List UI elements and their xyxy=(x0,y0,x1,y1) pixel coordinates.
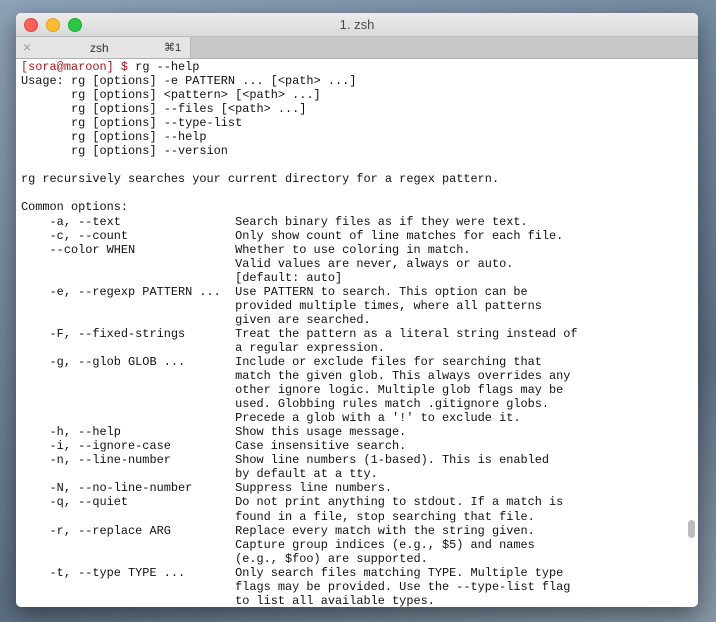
output-line: -N, --no-line-number Suppress line numbe… xyxy=(21,481,393,496)
output-line: (e.g., $foo) are supported. xyxy=(21,551,428,566)
output-line: -q, --quiet Do not print anything to std… xyxy=(21,495,564,510)
output-line: rg [options] --help xyxy=(21,130,207,145)
output-line: used. Globbing rules match .gitignore gl… xyxy=(21,397,550,412)
window-title: 1. zsh xyxy=(339,17,375,32)
output-line: -e, --regexp PATTERN ... Use PATTERN to … xyxy=(21,284,528,299)
window-controls xyxy=(24,18,82,32)
output-line: rg [options] --type-list xyxy=(21,116,243,131)
close-tab-icon[interactable]: × xyxy=(23,39,31,55)
output-line: to list all available types. xyxy=(21,593,435,607)
output-line: by default at a tty. xyxy=(21,467,378,482)
terminal-output[interactable]: [sora@maroon] $ rg --help Usage: rg [opti… xyxy=(16,58,698,607)
output-line: -a, --text Search binary files as if the… xyxy=(21,214,528,229)
output-line: Capture group indices (e.g., $5) and nam… xyxy=(21,537,535,552)
output-line: Usage: rg [options] -e PATTERN ... [<pat… xyxy=(21,74,357,89)
output-line: Valid values are never, always or auto. xyxy=(21,256,514,271)
output-lines: Usage: rg [options] -e PATTERN ... [<pat… xyxy=(21,74,698,607)
tab-shortcut: ⌘1 xyxy=(164,42,182,54)
output-line: given are searched. xyxy=(21,312,371,327)
output-line: match the given glob. This always overri… xyxy=(21,369,571,384)
terminal-window: 1. zsh × zsh ⌘1 [sora@maroon] $ rg --hel… xyxy=(16,13,698,607)
zoom-window-button[interactable] xyxy=(68,18,82,32)
output-line: flags may be provided. Use the --type-li… xyxy=(21,579,571,594)
output-line: provided multiple times, where all patte… xyxy=(21,298,542,313)
output-line: found in a file, stop searching that fil… xyxy=(21,509,535,524)
output-line: other ignore logic. Multiple glob flags … xyxy=(21,383,564,398)
close-window-button[interactable] xyxy=(24,18,38,32)
tab-bar: × zsh ⌘1 xyxy=(16,36,698,59)
shell-prompt: [sora@maroon] $ xyxy=(21,60,129,74)
output-line: -h, --help Show this usage message. xyxy=(21,425,407,440)
prompt-line: [sora@maroon] $ rg --help xyxy=(21,60,698,74)
tab-title: zsh xyxy=(90,41,109,55)
minimize-window-button[interactable] xyxy=(46,18,60,32)
title-bar[interactable]: 1. zsh xyxy=(16,13,698,36)
output-line: -n, --line-number Show line numbers (1-b… xyxy=(21,453,550,468)
output-line: -r, --replace ARG Replace every match wi… xyxy=(21,523,535,538)
command-text: rg --help xyxy=(128,60,200,74)
output-line: --color WHEN Whether to use coloring in … xyxy=(21,242,471,257)
output-line: Precede a glob with a '!' to exclude it. xyxy=(21,411,521,426)
output-line: rg [options] --files [<path> ...] xyxy=(21,102,307,117)
scrollbar-thumb[interactable] xyxy=(688,520,695,538)
output-line: rg [options] <pattern> [<path> ...] xyxy=(21,88,321,103)
output-line: -F, --fixed-strings Treat the pattern as… xyxy=(21,326,578,341)
output-line: Common options: xyxy=(21,200,129,215)
output-line: a regular expression. xyxy=(21,340,385,355)
output-line: [default: auto] xyxy=(21,270,343,285)
tab-zsh[interactable]: × zsh ⌘1 xyxy=(16,37,191,58)
output-line: rg recursively searches your current dir… xyxy=(21,172,500,187)
output-line: -i, --ignore-case Case insensitive searc… xyxy=(21,439,407,454)
output-line: rg [options] --version xyxy=(21,144,228,159)
output-line: -c, --count Only show count of line matc… xyxy=(21,228,564,243)
output-line: -g, --glob GLOB ... Include or exclude f… xyxy=(21,354,542,369)
output-line: -t, --type TYPE ... Only search files ma… xyxy=(21,565,564,580)
